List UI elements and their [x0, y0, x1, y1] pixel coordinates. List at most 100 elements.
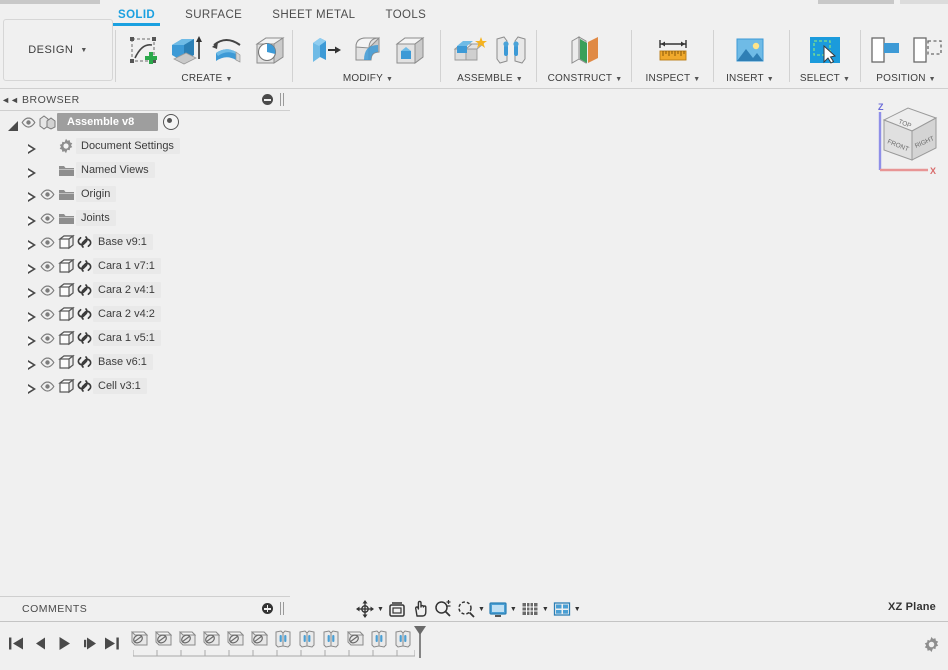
- joint-icon[interactable]: [490, 30, 532, 72]
- timeline-feature-joint[interactable]: [250, 628, 269, 648]
- ribbon-group-insert-label[interactable]: INSERT ▼: [716, 73, 784, 84]
- expand-arrow-icon[interactable]: [7, 116, 20, 131]
- timeline-feature-rigid[interactable]: [394, 628, 412, 648]
- tree-item-cara1-v5[interactable]: Cara 1 v5:1: [0, 326, 290, 350]
- tab-surface[interactable]: SURFACE: [185, 4, 242, 26]
- expand-arrow-icon[interactable]: [26, 332, 39, 346]
- add-comment-icon[interactable]: [262, 603, 273, 614]
- tree-item-cara2-v4-2[interactable]: Cara 2 v4:2: [0, 302, 290, 326]
- timeline-feature-joint[interactable]: [154, 628, 173, 648]
- tree-item-base-v9[interactable]: Base v9:1: [0, 230, 290, 254]
- collapse-left-icon[interactable]: ◄◄: [0, 95, 20, 105]
- browser-tree[interactable]: Assemble v8 Document Settings Named View…: [0, 110, 290, 596]
- ribbon-group-create-label[interactable]: CREATE ▼: [122, 73, 292, 84]
- offset-plane-icon[interactable]: [564, 30, 606, 72]
- skip-to-start-button[interactable]: [4, 629, 28, 657]
- revolve-icon[interactable]: [207, 30, 249, 72]
- tree-item-named-views[interactable]: Named Views: [0, 158, 290, 182]
- ribbon-group-select-label[interactable]: SELECT ▼: [793, 73, 857, 84]
- timeline-feature-rigid[interactable]: [322, 628, 340, 648]
- skip-to-end-button[interactable]: [100, 629, 124, 657]
- chevron-down-icon[interactable]: ▼: [542, 606, 549, 613]
- grid-snaps-icon[interactable]: ▼: [520, 598, 549, 620]
- zoom-icon[interactable]: [433, 598, 453, 620]
- shell-icon[interactable]: [389, 30, 431, 72]
- expand-arrow-icon[interactable]: [26, 380, 39, 394]
- timeline-feature-joint[interactable]: [226, 628, 245, 648]
- panel-resize-grip[interactable]: [280, 93, 284, 106]
- visibility-eye-icon[interactable]: [39, 308, 56, 320]
- viewports-icon[interactable]: ▼: [552, 598, 581, 620]
- timeline-feature-joint[interactable]: [178, 628, 197, 648]
- timeline-feature-rigid[interactable]: [298, 628, 316, 648]
- comments-panel-header[interactable]: COMMENTS: [0, 596, 290, 621]
- fit-icon[interactable]: ▼: [456, 598, 485, 620]
- expand-arrow-icon[interactable]: [26, 284, 39, 298]
- new-component-icon[interactable]: [448, 30, 490, 72]
- expand-arrow-icon[interactable]: [26, 236, 39, 250]
- tree-item-document-settings[interactable]: Document Settings: [0, 134, 290, 158]
- tab-solid[interactable]: SOLID: [112, 4, 161, 26]
- expand-arrow-icon[interactable]: [26, 212, 39, 226]
- visibility-eye-icon[interactable]: [39, 332, 56, 344]
- minimize-icon[interactable]: [262, 94, 273, 105]
- look-at-icon[interactable]: [387, 598, 407, 620]
- visibility-eye-icon[interactable]: [39, 236, 56, 248]
- tree-item-joints[interactable]: Joints: [0, 206, 290, 230]
- ribbon-group-construct-label[interactable]: CONSTRUCT ▼: [542, 73, 628, 84]
- fillet-icon[interactable]: [347, 30, 389, 72]
- timeline-feature-rigid[interactable]: [274, 628, 292, 648]
- extrude-icon[interactable]: [165, 30, 207, 72]
- select-icon[interactable]: [804, 30, 846, 72]
- timeline-feature-rigid[interactable]: [370, 628, 388, 648]
- chevron-down-icon[interactable]: ▼: [574, 606, 581, 613]
- panel-resize-grip[interactable]: [280, 602, 284, 615]
- timeline-feature-joint[interactable]: [130, 628, 149, 648]
- timeline-feature-joint[interactable]: [346, 628, 365, 648]
- visibility-eye-icon[interactable]: [39, 260, 56, 272]
- visibility-eye-icon[interactable]: [39, 356, 56, 368]
- sphere-icon[interactable]: [249, 30, 291, 72]
- move-copy-icon[interactable]: [864, 30, 906, 72]
- chevron-down-icon[interactable]: ▼: [510, 606, 517, 613]
- tree-item-cara2-v4-1[interactable]: Cara 2 v4:1: [0, 278, 290, 302]
- chevron-down-icon[interactable]: ▼: [377, 606, 384, 613]
- exp and-arrow-icon[interactable]: [26, 356, 39, 370]
- play-button[interactable]: [52, 629, 76, 657]
- visibility-eye-icon[interactable]: [39, 380, 56, 392]
- activate-component-radio[interactable]: [163, 114, 180, 130]
- visibility-eye-icon[interactable]: [39, 188, 56, 200]
- ribbon-group-assemble-label[interactable]: ASSEMBLE ▼: [446, 73, 534, 84]
- press-pull-icon[interactable]: [305, 30, 347, 72]
- pan-icon[interactable]: [410, 598, 430, 620]
- workspace-switcher-button[interactable]: DESIGN ▼: [3, 19, 113, 81]
- tree-item-base-v6[interactable]: Base v6:1: [0, 350, 290, 374]
- timeline-end-marker[interactable]: [412, 625, 428, 664]
- visibility-eye-icon[interactable]: [39, 212, 56, 224]
- visibility-eye-icon[interactable]: [39, 284, 56, 296]
- display-settings-icon[interactable]: ▼: [488, 598, 517, 620]
- expand-arrow-icon[interactable]: [26, 188, 39, 202]
- tree-item-root[interactable]: Assemble v8: [0, 110, 290, 134]
- visibility-eye-icon[interactable]: [20, 116, 37, 128]
- timeline-settings-icon[interactable]: [923, 636, 940, 658]
- chevron-down-icon[interactable]: ▼: [478, 606, 485, 613]
- ribbon-group-position-label[interactable]: POSITION ▼: [864, 73, 948, 84]
- insert-image-icon[interactable]: [729, 30, 771, 72]
- step-back-button[interactable]: [28, 629, 52, 657]
- ribbon-group-inspect-label[interactable]: INSPECT ▼: [637, 73, 709, 84]
- tab-tools[interactable]: TOOLS: [385, 4, 426, 26]
- tab-sheet-metal[interactable]: SHEET METAL: [272, 4, 355, 26]
- expand-arrow-icon[interactable]: [26, 164, 39, 178]
- expand-arrow-icon[interactable]: [26, 260, 39, 274]
- measure-icon[interactable]: [652, 30, 694, 72]
- tree-item-origin[interactable]: Origin: [0, 182, 290, 206]
- expand-arrow-icon[interactable]: [26, 308, 39, 322]
- tree-item-cell-v3[interactable]: Cell v3:1: [0, 374, 290, 398]
- step-forward-button[interactable]: [76, 629, 100, 657]
- align-icon[interactable]: [906, 30, 948, 72]
- ribbon-group-modify-label[interactable]: MODIFY ▼: [298, 73, 438, 84]
- tree-item-cara1-v7[interactable]: Cara 1 v7:1: [0, 254, 290, 278]
- orbit-icon[interactable]: ▼: [355, 598, 384, 620]
- timeline-feature-joint[interactable]: [202, 628, 221, 648]
